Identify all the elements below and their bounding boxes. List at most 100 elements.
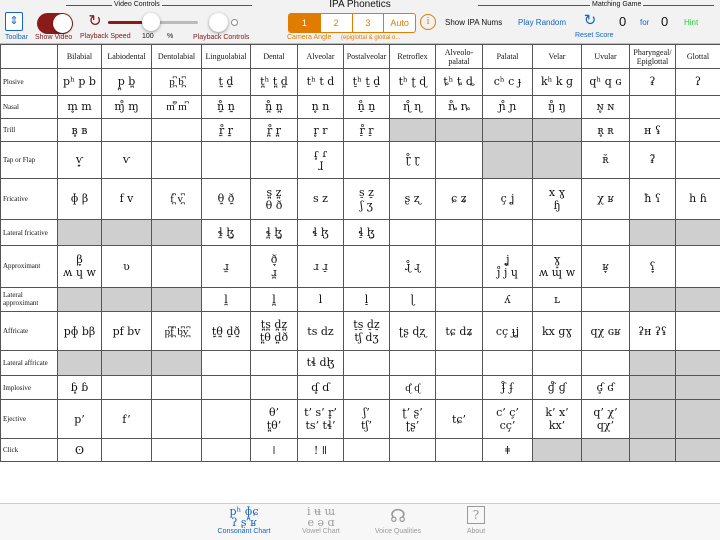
angle-option-auto[interactable]: Auto <box>384 14 415 32</box>
phone-cell[interactable]: p̪͆ b̪͆ <box>151 68 202 96</box>
ipa-symbols[interactable]: r̥ r <box>299 124 342 137</box>
ipa-symbols[interactable]: f v <box>103 192 150 205</box>
phone-cell[interactable] <box>151 118 202 142</box>
phone-cell[interactable]: ⱱ <box>101 140 152 179</box>
phone-cell[interactable] <box>101 118 152 142</box>
slider-knob[interactable] <box>142 13 161 31</box>
phone-cell[interactable]: ! ǁ <box>297 438 344 462</box>
ipa-symbols[interactable]: ɹ̪ <box>252 266 296 279</box>
ipa-symbols[interactable]: tʰ t d <box>299 75 342 88</box>
phone-cell[interactable]: x ɣɧ <box>532 177 582 220</box>
ipa-symbols[interactable]: ʄ̊ ʄ <box>484 381 531 394</box>
phone-cell[interactable]: s z <box>297 177 344 220</box>
phone-cell[interactable] <box>343 140 390 179</box>
phone-cell[interactable]: ʀ̥ ʀ <box>581 118 630 142</box>
ipa-symbols[interactable]: s z <box>299 192 342 205</box>
ipa-symbols[interactable]: f’ <box>103 413 150 426</box>
ipa-symbols[interactable]: ʈʂ’ <box>391 419 434 432</box>
playback-speed-slider[interactable] <box>108 13 198 31</box>
ipa-symbols[interactable]: ʈ’ ʂ’ <box>391 406 434 419</box>
phone-cell[interactable]: qʰ q ɢ <box>581 68 630 96</box>
phone-cell[interactable]: ɬ ɮ <box>297 218 344 247</box>
ipa-symbols[interactable]: p’ <box>59 413 100 426</box>
ipa-symbols[interactable]: ! ǁ <box>299 444 342 457</box>
ipa-symbols[interactable]: tɕ’ <box>437 413 481 426</box>
phone-cell[interactable]: ɹ̼ <box>201 245 251 288</box>
phone-cell[interactable] <box>675 245 720 288</box>
phone-cell[interactable]: ħ ʕ <box>629 177 676 220</box>
phone-cell[interactable]: ɴ̥ ɴ <box>581 94 630 120</box>
phone-cell[interactable] <box>435 286 483 313</box>
ipa-symbols[interactable]: ʃ ʒ <box>345 199 388 212</box>
ipa-symbols[interactable]: n̼̊ n̼ <box>203 100 249 113</box>
phone-cell[interactable]: pɸ bβ <box>57 311 102 352</box>
phone-cell[interactable]: s̪ z̪ θ ð <box>250 177 298 220</box>
ipa-symbols[interactable]: f̪͆ v̪͆ <box>153 192 200 205</box>
ipa-symbols[interactable]: n̥ n <box>299 100 342 113</box>
phone-cell[interactable] <box>250 350 298 376</box>
phone-cell[interactable]: pf bv <box>101 311 152 352</box>
ipa-symbols[interactable]: ɱ̊ ɱ <box>103 100 150 113</box>
ipa-symbols[interactable]: kx ɡɣ <box>534 325 580 338</box>
ipa-symbols[interactable]: pʰ p b <box>59 75 100 88</box>
ipa-symbols[interactable]: ɧ <box>534 199 580 212</box>
phone-cell[interactable]: ɬ̼ ɮ̼ <box>201 218 251 247</box>
show-ipa-nums-button[interactable]: Show IPA Nums <box>445 18 502 27</box>
phone-cell[interactable] <box>343 350 390 376</box>
toolbar-toggle-button[interactable]: ⇕ <box>5 12 23 31</box>
phone-cell[interactable]: ʀ̆ <box>581 140 630 179</box>
ipa-symbols[interactable]: ħ ʕ <box>631 192 674 205</box>
ipa-symbols[interactable]: ʘ <box>59 444 100 457</box>
ipa-symbols[interactable]: ʝ̞ <box>484 253 531 266</box>
phone-cell[interactable]: ɸ β <box>57 177 102 220</box>
phone-cell[interactable] <box>343 245 390 288</box>
ipa-symbols[interactable]: θ’ <box>252 406 296 419</box>
phone-cell[interactable] <box>532 218 582 247</box>
ipa-symbols[interactable]: ɾ̥ ɾ <box>299 147 342 160</box>
ipa-symbols[interactable]: s̪ z̪ <box>252 186 296 199</box>
phone-cell[interactable]: tɕ’ <box>435 399 483 440</box>
camera-angle-selector[interactable]: 1 2 3 Auto <box>288 13 416 33</box>
ipa-symbols[interactable]: ȵ̊ ȵ <box>437 100 481 113</box>
phone-cell[interactable]: ɕ ʑ <box>435 177 483 220</box>
ipa-symbols[interactable]: ʈʂ ɖʐ <box>391 325 434 338</box>
phone-cell[interactable] <box>675 118 720 142</box>
ipa-symbols[interactable]: ʔ <box>677 75 719 88</box>
phone-cell[interactable] <box>250 140 298 179</box>
ipa-symbols[interactable]: tʰ ʈ ɖ <box>391 75 434 88</box>
phone-cell[interactable]: ɣ̞ ʍ ɰ w <box>532 245 582 288</box>
phone-cell[interactable]: t̠s̠ d̠z̠ tʃ dʒ <box>343 311 390 352</box>
phone-cell[interactable]: ⱱ̟ <box>57 140 102 179</box>
phone-cell[interactable]: cç ɟʝ <box>482 311 533 352</box>
ipa-symbols[interactable]: qʰ q ɢ <box>583 75 628 88</box>
ipa-symbols[interactable]: ɬ̼ ɮ̼ <box>203 226 249 239</box>
phone-cell[interactable] <box>201 374 251 401</box>
phone-cell[interactable] <box>389 438 436 462</box>
ipa-symbols[interactable]: ɻ̊ ɻ <box>391 260 434 273</box>
ipa-symbols[interactable]: ʜ ʢ <box>631 124 674 137</box>
ipa-symbols[interactable]: ʙ̥ ʙ <box>59 124 100 137</box>
phone-cell[interactable]: ð̞ ɹ̪ <box>250 245 298 288</box>
phone-cell[interactable]: pʰ p b <box>57 68 102 96</box>
phone-cell[interactable] <box>389 350 436 376</box>
phone-cell[interactable]: ʄ̊ ʄ <box>482 374 533 401</box>
ipa-symbols[interactable]: ɠ̊ ɠ <box>534 381 580 394</box>
phone-cell[interactable]: l <box>297 286 344 313</box>
ipa-symbols[interactable]: tʃ’ <box>345 419 388 432</box>
ipa-symbols[interactable]: ɣ̞ <box>534 253 580 266</box>
phone-cell[interactable]: ǀ <box>250 438 298 462</box>
phone-cell[interactable]: kʰ k ɡ <box>532 68 582 96</box>
phone-cell[interactable]: ɳ̊ ɳ <box>389 94 436 120</box>
phone-cell[interactable]: ʡ̆ <box>629 140 676 179</box>
ipa-symbols[interactable]: ɕ ʑ <box>437 192 481 205</box>
phone-cell[interactable] <box>201 399 251 440</box>
phone-cell[interactable] <box>435 245 483 288</box>
phone-cell[interactable]: r̼̊ r̼ <box>201 118 251 142</box>
phone-cell[interactable] <box>343 374 390 401</box>
ipa-symbols[interactable]: pf bv <box>103 325 150 338</box>
phone-cell[interactable]: β̞ ʍ ɥ w <box>57 245 102 288</box>
ipa-symbols[interactable]: t̠ʰ t̠ d̠ <box>345 75 388 88</box>
ipa-symbols[interactable]: kx’ <box>534 419 580 432</box>
ipa-symbols[interactable]: ŋ̊ ŋ <box>534 100 580 113</box>
ipa-symbols[interactable]: cç’ <box>484 419 531 432</box>
